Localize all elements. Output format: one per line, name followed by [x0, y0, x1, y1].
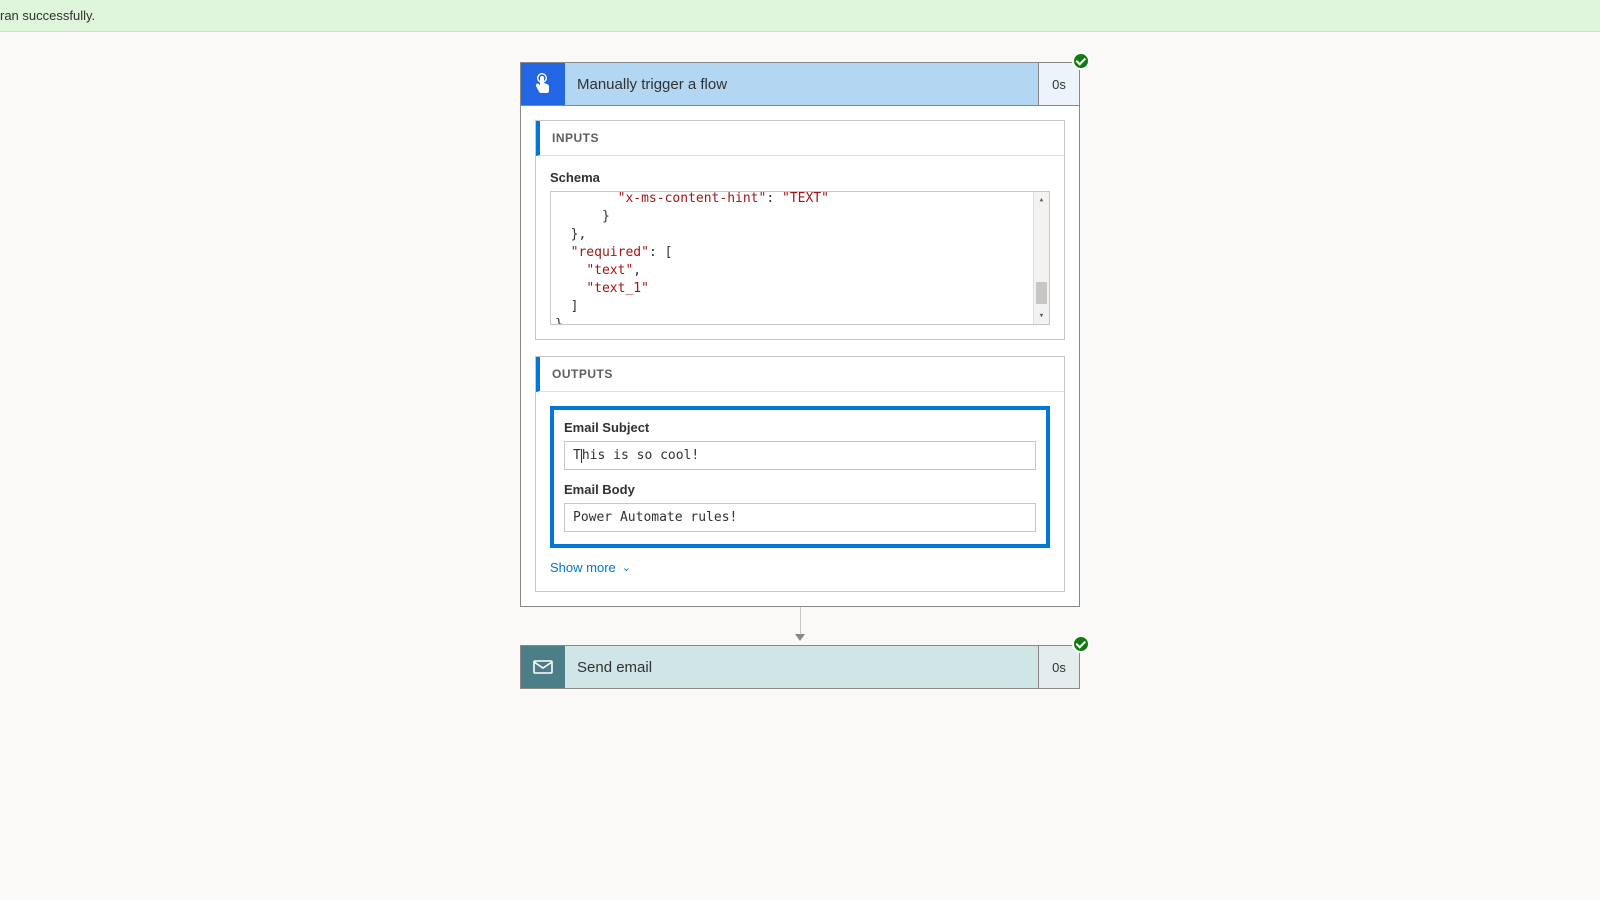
- schema-label: Schema: [550, 170, 1050, 185]
- success-badge-icon: [1072, 52, 1090, 70]
- inputs-body: Schema "x-ms-content-hint": "TEXT" } }, …: [536, 156, 1064, 339]
- success-banner: ran successfully.: [0, 0, 1600, 32]
- scroll-down-icon[interactable]: ▾: [1034, 308, 1049, 324]
- arrow-down-icon: [795, 634, 805, 641]
- connector-line: [800, 607, 801, 637]
- touch-icon: [521, 63, 565, 105]
- show-more-text: Show more: [550, 560, 616, 575]
- chevron-down-icon: ⌄: [622, 561, 631, 574]
- inputs-section: INPUTS Schema "x-ms-content-hint": "TEXT…: [535, 120, 1065, 340]
- show-more-link[interactable]: Show more ⌄: [550, 560, 631, 575]
- outputs-heading: OUTPUTS: [536, 357, 1064, 392]
- send-email-title: Send email: [565, 646, 1039, 688]
- trigger-duration: 0s: [1039, 63, 1079, 105]
- scrollbar[interactable]: ▴ ▾: [1033, 192, 1049, 324]
- scroll-up-icon[interactable]: ▴: [1034, 192, 1049, 208]
- send-email-header[interactable]: Send email 0s: [520, 645, 1080, 689]
- trigger-header[interactable]: Manually trigger a flow 0s: [520, 62, 1080, 106]
- email-subject-label: Email Subject: [564, 420, 1036, 435]
- email-subject-text: This is so cool!: [573, 448, 699, 463]
- trigger-title: Manually trigger a flow: [565, 63, 1039, 105]
- email-body-value[interactable]: Power Automate rules!: [564, 503, 1036, 532]
- connector-arrow: [520, 607, 1080, 645]
- trigger-step: Manually trigger a flow 0s INPUTS Schema…: [520, 62, 1080, 607]
- success-banner-text: ran successfully.: [0, 8, 95, 23]
- flow-canvas: Manually trigger a flow 0s INPUTS Schema…: [0, 32, 1600, 689]
- send-email-duration: 0s: [1039, 646, 1079, 688]
- mail-icon: [521, 646, 565, 688]
- outputs-section: OUTPUTS Email Subject This is so cool! E…: [535, 356, 1065, 592]
- send-email-step: Send email 0s: [520, 645, 1080, 689]
- schema-content: "x-ms-content-hint": "TEXT" } }, "requir…: [555, 191, 1031, 325]
- email-body-label: Email Body: [564, 482, 1036, 497]
- trigger-body: INPUTS Schema "x-ms-content-hint": "TEXT…: [520, 106, 1080, 607]
- outputs-highlight: Email Subject This is so cool! Email Bod…: [550, 406, 1050, 548]
- email-subject-value[interactable]: This is so cool!: [564, 441, 1036, 470]
- outputs-body: Email Subject This is so cool! Email Bod…: [536, 392, 1064, 591]
- scroll-thumb[interactable]: [1036, 282, 1047, 304]
- inputs-heading: INPUTS: [536, 121, 1064, 156]
- schema-textarea[interactable]: "x-ms-content-hint": "TEXT" } }, "requir…: [550, 191, 1050, 325]
- success-badge-icon: [1072, 635, 1090, 653]
